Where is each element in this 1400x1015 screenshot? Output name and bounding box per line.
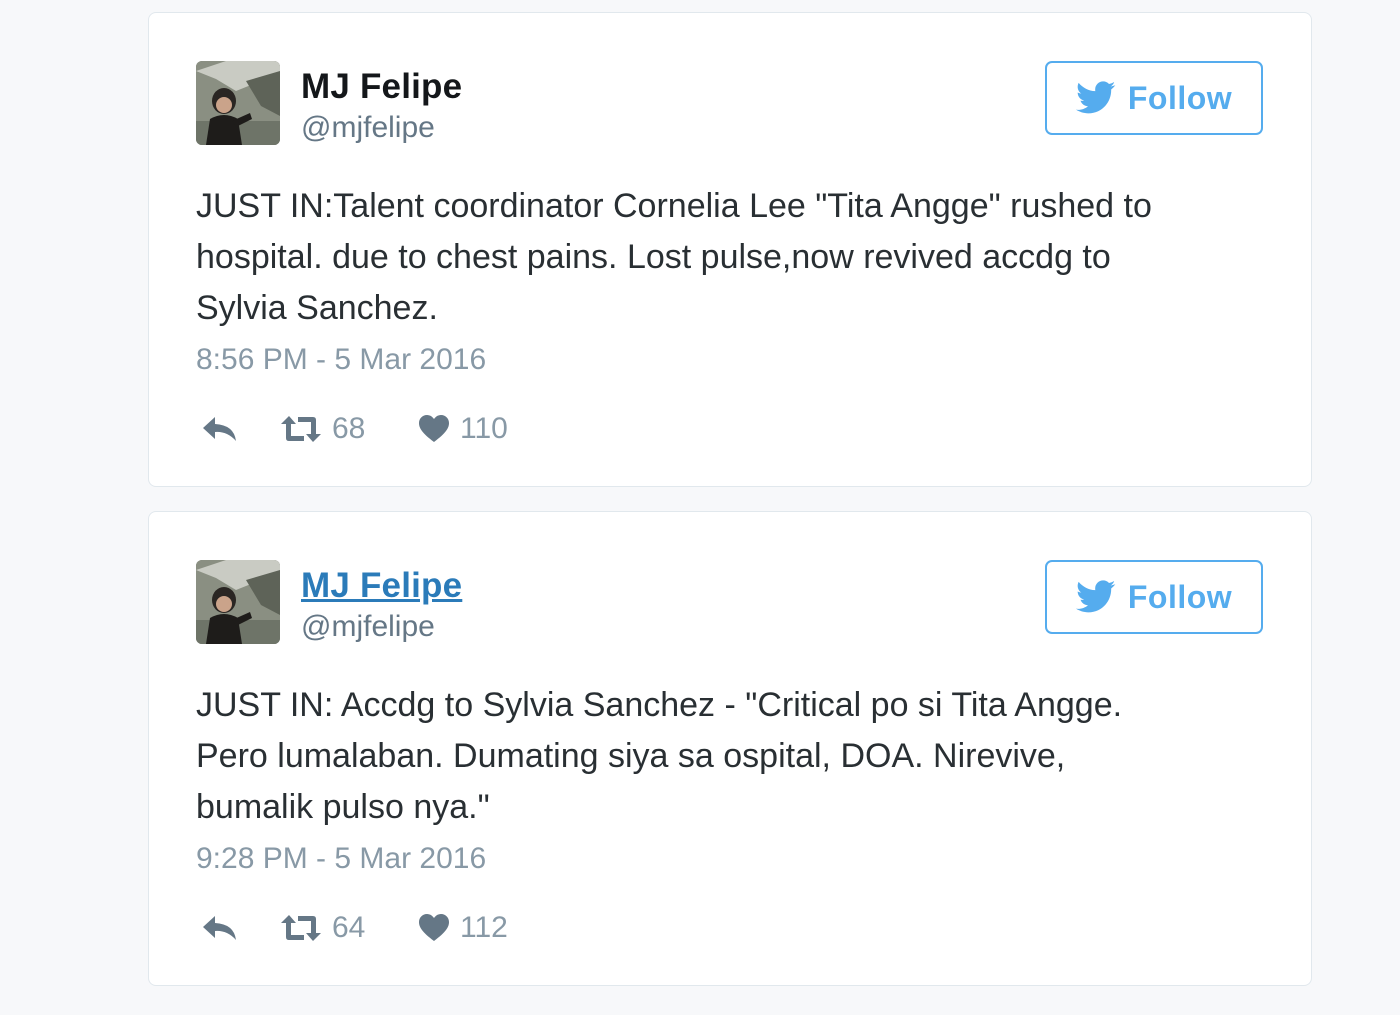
- retweet-icon: [281, 915, 321, 941]
- follow-button[interactable]: Follow: [1045, 61, 1263, 135]
- reply-button[interactable]: [201, 908, 239, 948]
- retweet-button[interactable]: 68: [280, 409, 365, 449]
- avatar-photo: [196, 560, 280, 644]
- retweet-icon: [281, 416, 321, 442]
- avatar[interactable]: [196, 61, 280, 145]
- tweet-card: MJ Felipe @mjfelipe Follow JUST IN:Talen…: [148, 12, 1312, 487]
- tweet-text-line: Sylvia Sanchez.: [196, 289, 438, 327]
- heart-icon: [419, 415, 449, 442]
- author-handle[interactable]: @mjfelipe: [301, 111, 435, 145]
- twitter-bird-icon: [1075, 81, 1116, 114]
- reply-button[interactable]: [201, 409, 239, 449]
- tweet-text-line: Pero lumalaban. Dumating siya sa ospital…: [196, 737, 1066, 775]
- tweet-actions: 68 110: [196, 409, 696, 449]
- reply-icon: [203, 417, 236, 441]
- like-button[interactable]: 110: [418, 409, 508, 449]
- reply-icon: [203, 916, 236, 940]
- author-handle[interactable]: @mjfelipe: [301, 610, 435, 644]
- like-count: 110: [460, 412, 508, 445]
- follow-label: Follow: [1127, 79, 1233, 116]
- tweet-timestamp[interactable]: 9:28 PM - 5 Mar 2016: [196, 842, 486, 876]
- tweet-text-line: bumalik pulso nya.": [196, 788, 490, 826]
- tweet-actions: 64 112: [196, 908, 696, 948]
- twitter-bird-icon: [1075, 580, 1116, 613]
- tweet-text: JUST IN: Accdg to Sylvia Sanchez - "Crit…: [196, 680, 1276, 833]
- page: MJ Felipe @mjfelipe Follow JUST IN:Talen…: [0, 0, 1400, 1015]
- tweet-text-line: hospital. due to chest pains. Lost pulse…: [196, 238, 1111, 276]
- tweet-text-line: JUST IN:Talent coordinator Cornelia Lee …: [196, 187, 1152, 225]
- tweet-text-line: JUST IN: Accdg to Sylvia Sanchez - "Crit…: [196, 686, 1123, 724]
- author-name-link[interactable]: MJ Felipe: [301, 566, 462, 606]
- author-name[interactable]: MJ Felipe: [301, 67, 462, 107]
- follow-button[interactable]: Follow: [1045, 560, 1263, 634]
- follow-label: Follow: [1127, 578, 1233, 615]
- avatar-photo: [196, 61, 280, 145]
- like-button[interactable]: 112: [418, 908, 508, 948]
- heart-icon: [419, 914, 449, 941]
- retweet-count: 64: [332, 911, 366, 944]
- tweet-timestamp[interactable]: 8:56 PM - 5 Mar 2016: [196, 343, 486, 377]
- avatar[interactable]: [196, 560, 280, 644]
- retweet-button[interactable]: 64: [280, 908, 365, 948]
- tweet-card: MJ Felipe @mjfelipe Follow JUST IN: Accd…: [148, 511, 1312, 986]
- tweet-text: JUST IN:Talent coordinator Cornelia Lee …: [196, 181, 1276, 334]
- retweet-count: 68: [332, 412, 366, 445]
- like-count: 112: [460, 911, 508, 944]
